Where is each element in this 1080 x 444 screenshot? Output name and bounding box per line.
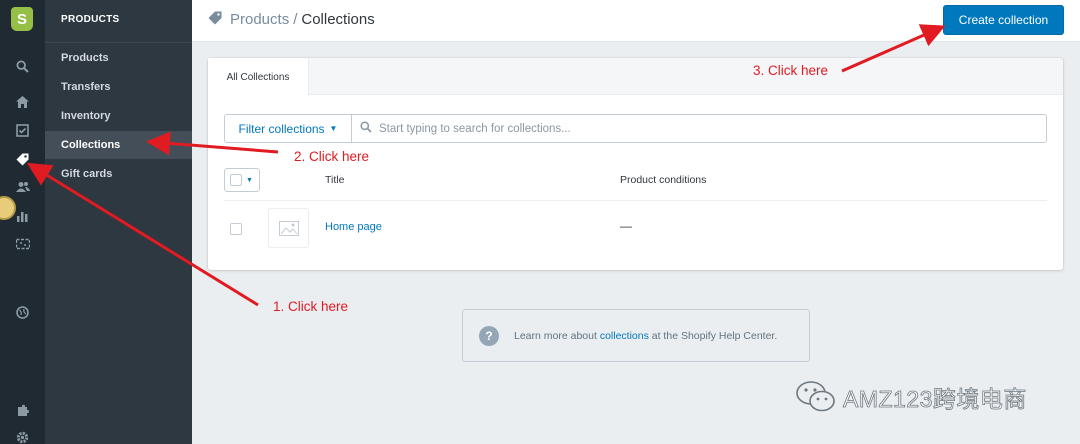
page-header: Products / Collections Create collection [192, 0, 1080, 42]
subnav-item-inventory[interactable]: Inventory [45, 102, 192, 130]
tab-all-collections[interactable]: All Collections [208, 58, 309, 96]
collections-help-link[interactable]: collections [600, 330, 649, 342]
apps-icon[interactable] [0, 399, 45, 421]
subnav-item-gift-cards[interactable]: Gift cards [45, 160, 192, 188]
image-placeholder-icon [268, 208, 309, 248]
home-icon[interactable] [0, 91, 45, 113]
discounts-icon[interactable] [0, 233, 45, 255]
annotation-step3: 3. Click here [753, 63, 829, 78]
select-all-checkbox[interactable] [230, 174, 242, 186]
collections-card: All Collections Filter collections ▼ ▼ T… [208, 58, 1063, 270]
product-conditions-value: — [620, 219, 632, 233]
products-tag-icon[interactable] [0, 148, 45, 170]
bulk-select-dropdown[interactable]: ▼ [224, 168, 260, 192]
subnav-item-collections[interactable]: Collections [45, 131, 192, 159]
wechat-icon [795, 380, 837, 414]
breadcrumb: Products / Collections [208, 11, 375, 28]
help-prefix: Learn more about [514, 329, 600, 342]
collection-title-link[interactable]: Home page [325, 221, 382, 233]
caret-down-icon: ▼ [329, 124, 338, 133]
tag-icon [208, 11, 222, 28]
breadcrumb-separator: / [293, 11, 298, 28]
question-icon: ? [479, 325, 499, 346]
customers-icon[interactable] [0, 176, 45, 198]
settings-icon[interactable] [0, 426, 45, 444]
help-text: Learn more about collections at the Shop… [514, 330, 777, 342]
subnav-item-transfers[interactable]: Transfers [45, 73, 192, 101]
subnav-heading: PRODUCTS [61, 14, 120, 25]
annotation-step2: 2. Click here [294, 149, 370, 164]
page-title: Collections [301, 11, 375, 28]
row-checkbox[interactable] [230, 223, 242, 235]
filter-label: Filter collections [238, 121, 325, 136]
subnav-item-products[interactable]: Products [45, 44, 192, 72]
search-icon [360, 121, 372, 136]
column-header-conditions: Product conditions [620, 174, 707, 186]
online-store-icon[interactable] [0, 301, 45, 323]
search-icon[interactable] [0, 55, 45, 77]
shopify-logo-icon[interactable]: S [11, 7, 33, 31]
tab-bar: All Collections [208, 58, 1063, 96]
search-input[interactable] [379, 122, 1019, 135]
subnav-divider [45, 42, 192, 43]
icon-rail: S [0, 0, 45, 444]
breadcrumb-parent-link[interactable]: Products [230, 11, 289, 28]
products-subnav: PRODUCTS Products Transfers Inventory Co… [45, 0, 192, 444]
watermark: AMZ123跨境电商 [795, 380, 1027, 414]
help-center-callout: ? Learn more about collections at the Sh… [462, 309, 810, 362]
filter-collections-button[interactable]: Filter collections ▼ [224, 114, 352, 143]
table-row[interactable]: Home page — [224, 201, 1047, 258]
annotation-step1: 1. Click here [273, 299, 349, 314]
column-header-title[interactable]: Title [325, 174, 344, 186]
table-header: ▼ Title Product conditions [224, 164, 1047, 201]
orders-icon[interactable] [0, 119, 45, 141]
watermark-text: AMZ123跨境电商 [843, 386, 1027, 413]
help-suffix: at the Shopify Help Center. [648, 329, 778, 342]
caret-down-icon: ▼ [246, 176, 253, 184]
create-collection-button[interactable]: Create collection [943, 5, 1064, 35]
search-field[interactable] [352, 114, 1047, 143]
